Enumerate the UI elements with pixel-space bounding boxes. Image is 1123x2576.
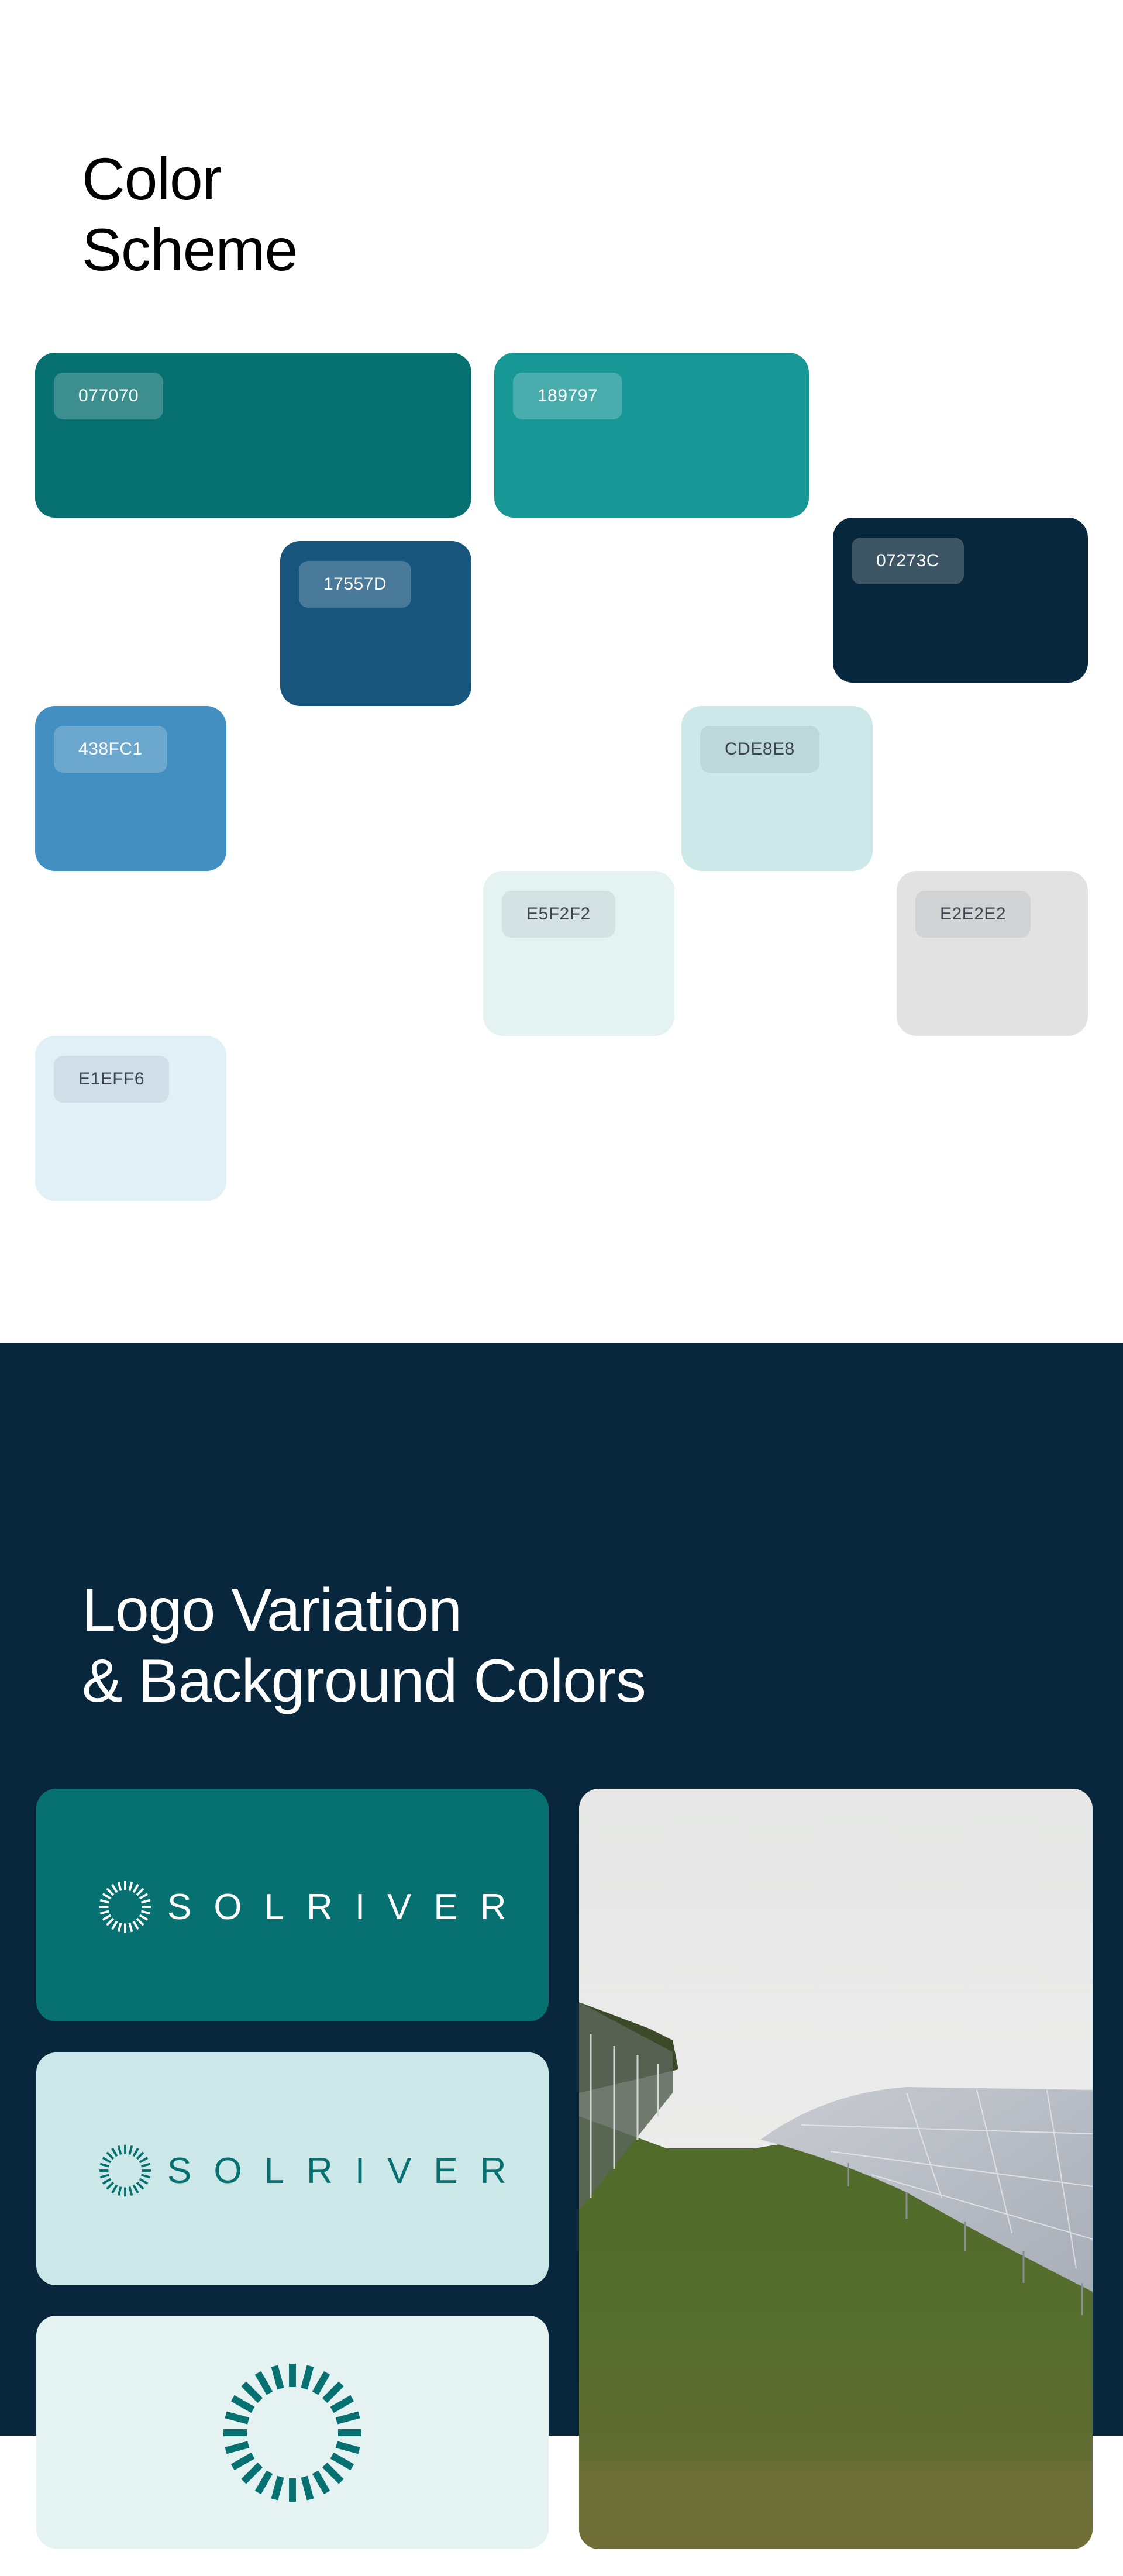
sun-ray [111,1920,118,1930]
sun-ray [241,2462,263,2484]
sun-ray [271,2365,284,2390]
sun-ray [117,1923,122,1933]
sun-ray [117,2186,122,2196]
color-code-label: E5F2F2 [502,891,615,938]
sun-ray [330,2452,354,2471]
sun-ray [241,2381,263,2403]
sun-ray [301,2475,314,2501]
sun-ring-icon [99,2144,151,2197]
brand-wordmark: SOLRIVER [167,2150,529,2191]
sun-ray [99,2162,109,2168]
sun-ray [225,2441,250,2454]
logo-card-light-teal: SOLRIVER [36,2052,549,2285]
sun-ray [230,2395,255,2413]
color-code-label: CDE8E8 [700,726,819,773]
sun-ray [132,1920,139,1930]
sun-ray [139,1914,149,1921]
sun-ray [312,2470,330,2495]
sun-ray [132,2184,139,2194]
sun-ray [335,2411,360,2425]
sun-ray [106,1917,115,1926]
color-swatch: 17557D [280,541,471,706]
color-code-label: 07273C [852,538,964,584]
sun-ray [141,1899,151,1904]
logo-variation-heading: Logo Variation & Background Colors [82,1576,646,1715]
color-swatch: 189797 [494,353,809,518]
sun-ray [141,1910,151,1915]
sun-ray [128,2186,133,2196]
logo-card-icon-only [36,2316,549,2549]
sun-ray [136,1917,144,1926]
sun-ray [106,1888,115,1896]
sun-ray [132,2147,139,2157]
sun-ray [102,1893,112,1900]
logo-card-dark-teal: SOLRIVER [36,1789,549,2021]
solar-farm-photo [579,1789,1093,2549]
sun-ray [106,2151,115,2160]
sun-ray [335,2441,360,2454]
sun-ray [99,1899,109,1904]
sun-ray [271,2475,284,2501]
sun-ring-icon [223,2364,361,2502]
color-swatch: 438FC1 [35,706,226,871]
sun-ray [322,2462,344,2484]
sun-ray [99,1910,109,1915]
brand-wordmark: SOLRIVER [167,1886,529,1927]
sun-ray [301,2365,314,2390]
sun-ray [225,2411,250,2425]
sun-ray [136,1888,144,1896]
sun-ray [128,1881,133,1891]
color-code-label: 077070 [54,373,164,419]
sun-ray [139,1893,149,1900]
sun-ray [136,2181,144,2190]
sun-ray [141,2162,151,2168]
solar-farm-illustration [579,1789,1093,2549]
sun-ring-icon [99,1881,151,1933]
sun-ray [102,2157,112,2164]
sun-ray [139,2157,149,2164]
color-swatch: E5F2F2 [483,871,674,1036]
sun-ray [312,2371,330,2395]
color-code-label: E1EFF6 [54,1056,170,1103]
sun-ray [102,2178,112,2185]
color-swatch: 07273C [833,518,1088,683]
sun-ray [322,2381,344,2403]
sun-ray [141,2174,151,2179]
sun-ray [106,2181,115,2190]
sun-ray [128,2145,133,2155]
color-swatch: E1EFF6 [35,1036,226,1201]
color-code-label: 189797 [513,373,623,419]
color-scheme-section: Color Scheme 077070 189797 17557D 07273C… [0,0,1123,1343]
sun-ray [111,2147,118,2157]
sun-ray [136,2151,144,2160]
sun-ray [117,1881,122,1891]
sun-ray [330,2395,354,2413]
color-swatch: CDE8E8 [681,706,873,871]
color-swatch: 077070 [35,353,471,518]
sun-ray [111,2184,118,2194]
sun-ray [102,1914,112,1921]
sun-ray [254,2470,273,2495]
sun-ray [128,1923,133,1933]
sun-ray [99,2174,109,2179]
sun-ray [132,1883,139,1893]
color-code-label: E2E2E2 [915,891,1031,938]
color-code-label: 17557D [299,561,412,608]
color-scheme-heading: Color Scheme [82,146,298,283]
sun-ray [139,2178,149,2185]
color-code-label: 438FC1 [54,726,167,773]
sun-ray [254,2371,273,2395]
color-swatch: E2E2E2 [897,871,1088,1036]
sun-ray [117,2145,122,2155]
sun-ray [230,2452,255,2471]
sun-ray [111,1883,118,1893]
